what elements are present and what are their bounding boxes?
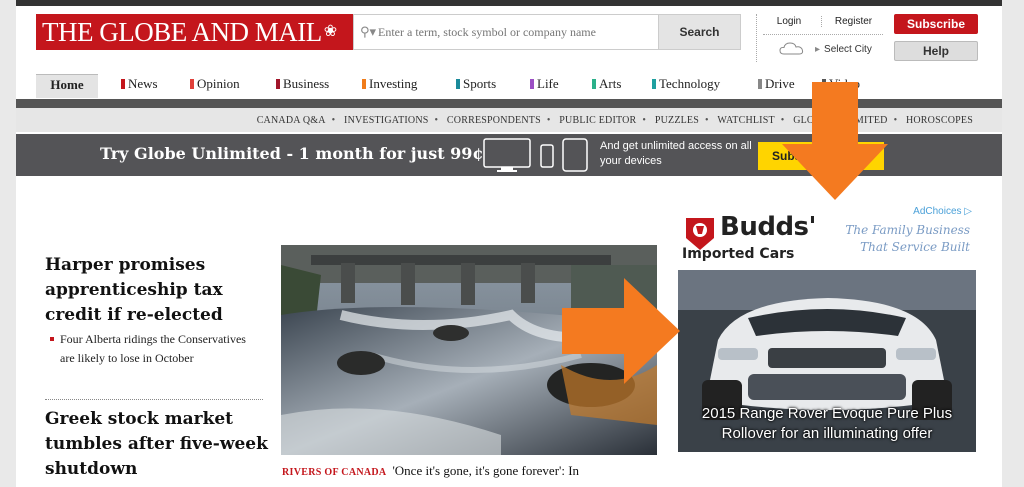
caption-kicker: RIVERS OF CANADA <box>282 467 387 478</box>
promo-copy: And get unlimited access on all your dev… <box>600 140 752 167</box>
arrow-down-icon <box>782 82 888 200</box>
photo-caption[interactable]: RIVERS OF CANADA 'Once it's gone, it's go… <box>282 463 662 479</box>
nav-label: News <box>128 76 158 91</box>
weather-cloud-icon[interactable] <box>779 41 805 55</box>
devices-icon <box>483 138 588 172</box>
separator-dot: • <box>642 115 647 126</box>
nav-opinion[interactable]: Opinion <box>190 74 240 98</box>
nav-label: Technology <box>659 76 721 91</box>
separator-dot: • <box>893 115 898 126</box>
search-bar: ⚲▾ Search <box>353 14 741 50</box>
account-divider <box>763 34 883 35</box>
ad-tagline-line-2: That Service Built <box>860 240 970 254</box>
subnav-public-editor[interactable]: PUBLIC EDITOR <box>559 115 636 126</box>
nav-marker <box>592 79 596 89</box>
login-link[interactable]: Login <box>757 16 821 27</box>
site-logo[interactable]: THE GLOBE AND MAIL ❀ <box>36 14 356 50</box>
budds-crest-icon <box>686 218 714 250</box>
help-button[interactable]: Help <box>894 41 978 61</box>
caption-text: 'Once it's gone, it's gone forever': In <box>392 463 580 478</box>
select-city-link[interactable]: Select City <box>815 44 872 55</box>
budds-advertisement[interactable]: AdChoices ▷ Budds' Imported Cars The Fam… <box>678 204 976 452</box>
nav-marker <box>530 79 534 89</box>
globe-homepage: THE GLOBE AND MAIL❀ ⚲▾ Search Login Regi… <box>16 6 1002 487</box>
ad-brand-name: Budds' <box>720 212 817 242</box>
story-divider <box>45 399 263 400</box>
maple-leaf-icon: ❀ <box>323 23 337 40</box>
adchoices-label: AdChoices <box>913 206 962 217</box>
subnav-puzzles[interactable]: PUZZLES <box>655 115 699 126</box>
nav-label: Life <box>537 76 559 91</box>
nav-marker <box>121 79 125 89</box>
nav-label: Business <box>283 76 330 91</box>
second-story-headline[interactable]: Greek stock market tumbles after five-we… <box>45 407 273 482</box>
subscribe-button[interactable]: Subscribe <box>894 14 978 34</box>
subnav-correspondents[interactable]: CORRESPONDENTS <box>447 115 541 126</box>
separator-dot: • <box>434 115 439 126</box>
subnav-canada-qa[interactable]: CANADA Q&A <box>257 115 326 126</box>
nav-label: Investing <box>369 76 418 91</box>
subnav-watchlist[interactable]: WATCHLIST <box>717 115 774 126</box>
ad-tagline-line-1: The Family Business <box>845 223 970 237</box>
nav-home[interactable]: Home <box>36 74 98 98</box>
adchoices-link[interactable]: AdChoices ▷ <box>913 206 972 217</box>
nav-marker <box>362 79 366 89</box>
related-story-link[interactable]: Four Alberta ridings the Conservatives a… <box>50 330 260 368</box>
nav-label: Home <box>50 77 84 92</box>
ad-tagline: The Family Business That Service Built <box>820 222 970 256</box>
search-icon[interactable]: ⚲▾ <box>360 25 376 40</box>
nav-business[interactable]: Business <box>276 74 329 98</box>
subnav-horoscopes[interactable]: HOROSCOPES <box>906 115 973 126</box>
nav-label: Arts <box>599 76 622 91</box>
adchoices-icon: ▷ <box>964 206 972 217</box>
nav-marker <box>758 79 762 89</box>
search-input[interactable] <box>378 21 668 43</box>
nav-sports[interactable]: Sports <box>456 74 496 98</box>
nav-marker <box>276 79 280 89</box>
nav-technology[interactable]: Technology <box>652 74 720 98</box>
nav-investing[interactable]: Investing <box>362 74 417 98</box>
nav-marker <box>456 79 460 89</box>
subnav-investigations[interactable]: INVESTIGATIONS <box>344 115 428 126</box>
arrow-right-icon <box>562 278 680 384</box>
nav-label: Opinion <box>197 76 240 91</box>
ad-offer-line-1: 2015 Range Rover Evoque Pure Plus <box>701 405 953 422</box>
register-link[interactable]: Register <box>821 16 885 27</box>
separator-dot: • <box>331 115 336 126</box>
promo-headline: Try Globe Unlimited - 1 month for just 9… <box>100 144 484 163</box>
nav-news[interactable]: News <box>121 74 158 98</box>
account-box: Login Register Select City <box>756 14 884 62</box>
ad-offer-line-2: Rollover for an illuminating offer <box>721 425 933 442</box>
ad-offer-text: 2015 Range Rover Evoque Pure Plus Rollov… <box>678 404 976 444</box>
nav-arts[interactable]: Arts <box>592 74 621 98</box>
separator-dot: • <box>546 115 551 126</box>
nav-label: Sports <box>463 76 497 91</box>
logo-text: THE GLOBE AND MAIL <box>42 17 322 47</box>
search-button[interactable]: Search <box>658 15 740 49</box>
nav-life[interactable]: Life <box>530 74 559 98</box>
separator-dot: • <box>705 115 709 126</box>
lead-story-headline[interactable]: Harper promises apprenticeship tax credi… <box>45 253 273 328</box>
ad-brand-sub: Imported Cars <box>682 246 795 262</box>
nav-marker <box>652 79 656 89</box>
nav-marker <box>190 79 194 89</box>
